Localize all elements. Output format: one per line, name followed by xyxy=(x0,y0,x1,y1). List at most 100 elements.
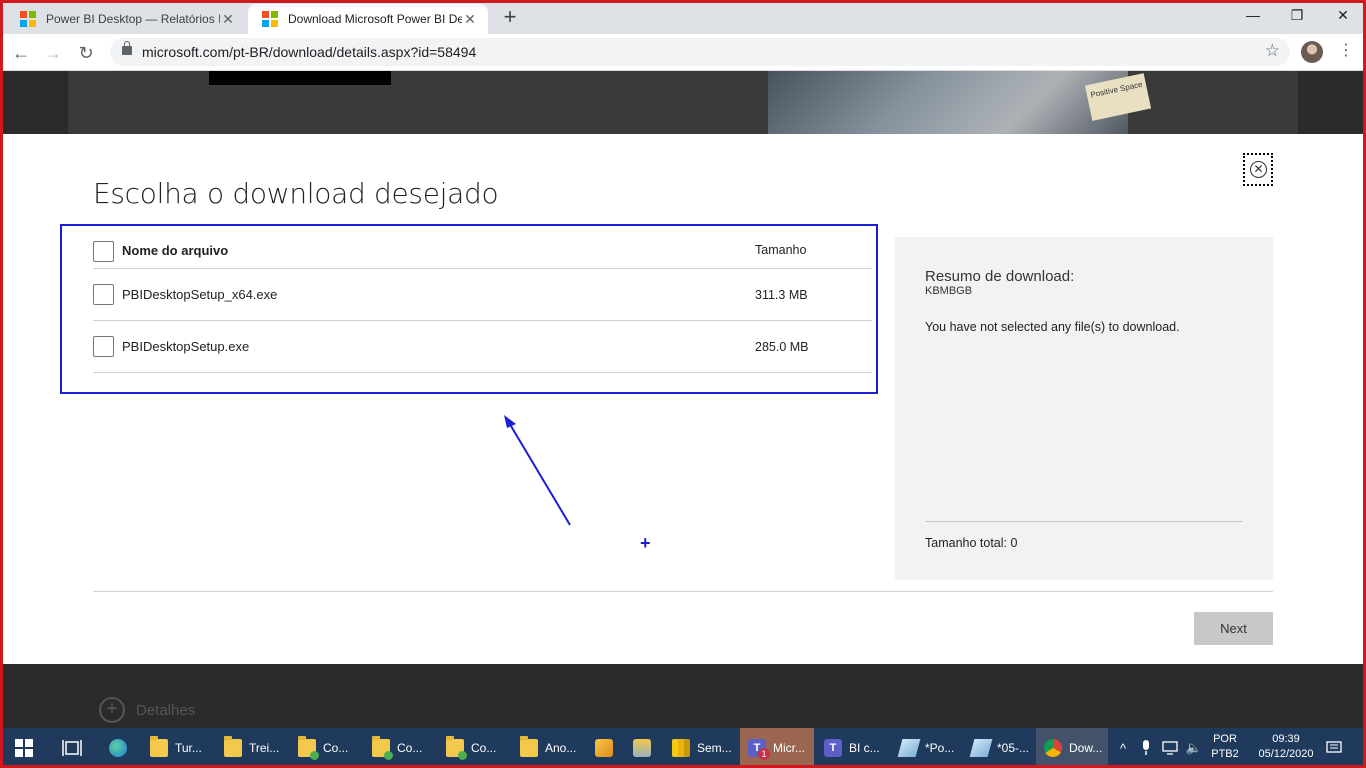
taskbar-item-label: *Po... xyxy=(925,741,955,755)
taskbar-item[interactable]: Co... xyxy=(438,728,510,768)
table-row: PBIDesktopSetup_x64.exe 311.3 MB xyxy=(93,269,872,321)
next-button[interactable]: Next xyxy=(1194,612,1273,645)
edge-button[interactable] xyxy=(96,728,140,768)
summary-total: Tamanho total: 0 xyxy=(925,536,1018,550)
new-tab-button[interactable]: + xyxy=(498,6,522,30)
tab-download-power-bi[interactable]: Download Microsoft Power BI De ✕ xyxy=(248,4,488,34)
file-checkbox[interactable] xyxy=(93,336,114,357)
page-footer-background: + Detalhes xyxy=(3,664,1363,728)
profile-avatar[interactable] xyxy=(1301,41,1323,63)
column-header-name: Nome do arquivo xyxy=(122,243,229,258)
table-header-row: Nome do arquivo Tamanho xyxy=(93,228,872,269)
file-checkbox[interactable] xyxy=(93,284,114,305)
volume-icon[interactable]: 🔈 xyxy=(1184,728,1204,768)
folder-icon xyxy=(150,736,168,757)
dialog-divider xyxy=(93,591,1273,592)
taskbar-item[interactable]: Sem... xyxy=(664,728,738,768)
show-hidden-icons-icon[interactable]: ^ xyxy=(1114,728,1132,768)
network-icon[interactable] xyxy=(1160,728,1182,768)
taskbar-item[interactable]: Co... xyxy=(290,728,362,768)
folder-icon xyxy=(520,736,538,757)
taskbar-item[interactable]: *05-... xyxy=(964,728,1034,768)
teams-icon: T xyxy=(824,739,842,757)
taskbar-item[interactable]: T Micr... 1 xyxy=(740,728,814,768)
taskbar-item-label: Trei... xyxy=(249,741,280,755)
clock-date: 05/12/2020 xyxy=(1258,748,1314,760)
reload-icon[interactable]: ↻ xyxy=(73,40,99,66)
back-icon[interactable]: ← xyxy=(8,40,34,66)
file-size: 311.3 MB xyxy=(755,288,808,302)
edge-icon xyxy=(109,739,127,757)
start-button[interactable] xyxy=(0,728,48,768)
folder-sync-icon xyxy=(446,736,467,760)
close-icon: ✕ xyxy=(1250,161,1267,178)
language-code: POR xyxy=(1213,733,1237,745)
taskbar-item-label: Co... xyxy=(397,741,423,755)
summary-message: You have not selected any file(s) to dow… xyxy=(925,320,1180,334)
minimize-button[interactable]: — xyxy=(1230,0,1276,30)
table-row: PBIDesktopSetup.exe 285.0 MB xyxy=(93,321,872,373)
taskbar-item-label: Ano... xyxy=(545,741,577,755)
hero-button[interactable] xyxy=(209,71,391,85)
taskbar-item-label: Co... xyxy=(471,741,497,755)
taskbar-pinned-app[interactable] xyxy=(586,728,622,768)
taskbar-pinned-app[interactable] xyxy=(624,728,660,768)
file-size: 285.0 MB xyxy=(755,340,809,354)
download-summary-panel: Resumo de download: KBMBGB You have not … xyxy=(895,237,1273,580)
summary-title: Resumo de download: xyxy=(925,268,1075,285)
close-window-button[interactable]: ✕ xyxy=(1320,0,1366,30)
dialog-close-button[interactable]: ✕ xyxy=(1243,153,1273,186)
page-header-background: Positive Space xyxy=(3,71,1363,134)
taskbar-item[interactable]: Ano... xyxy=(512,728,584,768)
expand-details-icon[interactable]: + xyxy=(99,697,125,723)
details-label[interactable]: Detalhes xyxy=(136,702,195,719)
summary-units: KBMBGB xyxy=(925,285,973,297)
browser-menu-icon[interactable]: ⋮ xyxy=(1338,40,1354,60)
clock-time: 09:39 xyxy=(1272,733,1300,745)
tab-power-bi-desktop[interactable]: Power BI Desktop — Relatórios Ir ✕ xyxy=(6,4,246,34)
taskbar-item[interactable]: Co... xyxy=(364,728,436,768)
taskbar-clock[interactable]: 09:39 05/12/2020 xyxy=(1248,732,1324,762)
browser-toolbar: ← → ↻ microsoft.com/pt-BR/download/detai… xyxy=(0,34,1366,71)
tab-close-icon[interactable]: ✕ xyxy=(220,11,236,28)
taskbar-item[interactable]: Tur... xyxy=(142,728,214,768)
settings-app-icon xyxy=(633,739,651,757)
taskbar-item[interactable]: T BI c... xyxy=(816,728,890,768)
notification-badge: 1 xyxy=(758,748,770,760)
microphone-icon[interactable] xyxy=(1136,728,1156,768)
tab-close-icon[interactable]: ✕ xyxy=(462,11,478,28)
maximize-button[interactable]: ❐ xyxy=(1274,0,1320,30)
chrome-icon xyxy=(1044,739,1062,757)
dialog-title: Escolha o download desejado xyxy=(93,177,499,210)
lock-icon xyxy=(122,41,132,55)
summary-divider xyxy=(925,521,1243,522)
file-name: PBIDesktopSetup_x64.exe xyxy=(122,287,278,302)
file-name: PBIDesktopSetup.exe xyxy=(122,339,250,354)
address-bar[interactable]: microsoft.com/pt-BR/download/details.asp… xyxy=(110,38,1290,66)
taskbar-item-label: Dow... xyxy=(1069,741,1103,755)
taskbar-item[interactable]: Trei... xyxy=(216,728,288,768)
taskbar-item-label: Co... xyxy=(323,741,349,755)
select-all-checkbox[interactable] xyxy=(93,241,114,262)
bookmark-star-icon[interactable]: ☆ xyxy=(1265,41,1280,61)
keyboard-layout: PTB2 xyxy=(1211,748,1239,760)
column-header-size: Tamanho xyxy=(755,243,807,257)
power-bi-icon xyxy=(672,739,690,757)
forward-icon[interactable]: → xyxy=(40,40,66,66)
taskbar-item-label: BI c... xyxy=(849,741,880,755)
taskbar-item-chrome[interactable]: Dow... xyxy=(1036,728,1108,768)
windows-taskbar: Tur... Trei... Co... Co... Co... Ano... … xyxy=(0,728,1366,768)
taskbar-item[interactable]: *Po... xyxy=(892,728,962,768)
notepad-icon xyxy=(969,739,993,757)
file-table: Nome do arquivo Tamanho PBIDesktopSetup_… xyxy=(93,228,872,373)
windows-logo-icon xyxy=(15,739,33,757)
notepad-icon xyxy=(897,739,921,757)
annotation-arrow xyxy=(504,415,571,526)
microsoft-logo-icon xyxy=(262,11,278,27)
taskbar-item-label: Sem... xyxy=(697,741,732,755)
input-language-indicator[interactable]: POR PTB2 xyxy=(1206,732,1244,762)
task-view-button[interactable] xyxy=(50,728,94,768)
tab-strip: Power BI Desktop — Relatórios Ir ✕ Downl… xyxy=(0,0,1366,34)
notifications-button[interactable] xyxy=(1322,728,1346,768)
taskbar-item-label: Tur... xyxy=(175,741,202,755)
